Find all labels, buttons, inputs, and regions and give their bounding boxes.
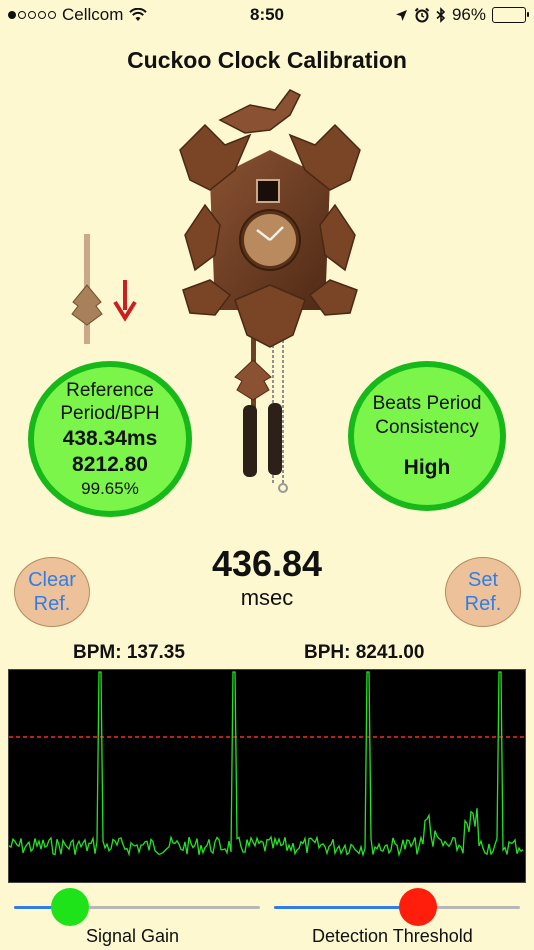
signal-gain-label: Signal Gain xyxy=(86,926,180,946)
consistency-value: High xyxy=(403,456,451,479)
signal-waveform-display xyxy=(8,669,526,883)
bluetooth-icon xyxy=(436,7,446,23)
reference-title-2: Period/BPH xyxy=(60,403,160,424)
consistency-gauge: Beats Period Consistency High xyxy=(348,361,506,511)
reference-title-1: Reference xyxy=(66,380,154,401)
detection-threshold-fill xyxy=(274,906,418,909)
reference-gauge: Reference Period/BPH 438.34ms 8212.80 99… xyxy=(28,361,192,517)
signal-gain-slider[interactable] xyxy=(14,888,260,926)
alarm-icon xyxy=(414,7,430,23)
signal-gain-thumb[interactable] xyxy=(51,888,90,926)
status-bar: Cellcom 8:50 96% xyxy=(0,0,534,30)
period-unit: msec xyxy=(240,585,294,610)
period-readout: 436.84 msec xyxy=(0,543,534,611)
detection-threshold-slider[interactable] xyxy=(274,888,520,926)
waveform-trace xyxy=(9,671,524,858)
detection-threshold-thumb[interactable] xyxy=(398,888,437,926)
bph-readout: BPH: 8241.00 xyxy=(304,642,425,663)
battery-icon xyxy=(492,7,529,23)
battery-percent: 96% xyxy=(451,5,486,24)
bpm-readout: BPM: 137.35 xyxy=(73,642,185,663)
page-title: Cuckoo Clock Calibration xyxy=(127,47,407,73)
reference-period: 438.34ms xyxy=(62,427,158,450)
period-value: 436.84 xyxy=(211,543,323,584)
status-right: 96% xyxy=(395,5,529,25)
location-arrow-icon xyxy=(395,9,407,21)
consistency-title-2: Consistency xyxy=(375,417,479,438)
detection-threshold-label: Detection Threshold xyxy=(312,926,473,946)
waveform-svg xyxy=(9,671,524,858)
reference-bph: 8212.80 xyxy=(72,453,148,476)
reference-percent: 99.65% xyxy=(81,479,139,498)
pendulum-icon xyxy=(71,234,137,344)
consistency-title-1: Beats Period xyxy=(372,393,482,414)
cuckoo-clock-image xyxy=(179,89,361,493)
